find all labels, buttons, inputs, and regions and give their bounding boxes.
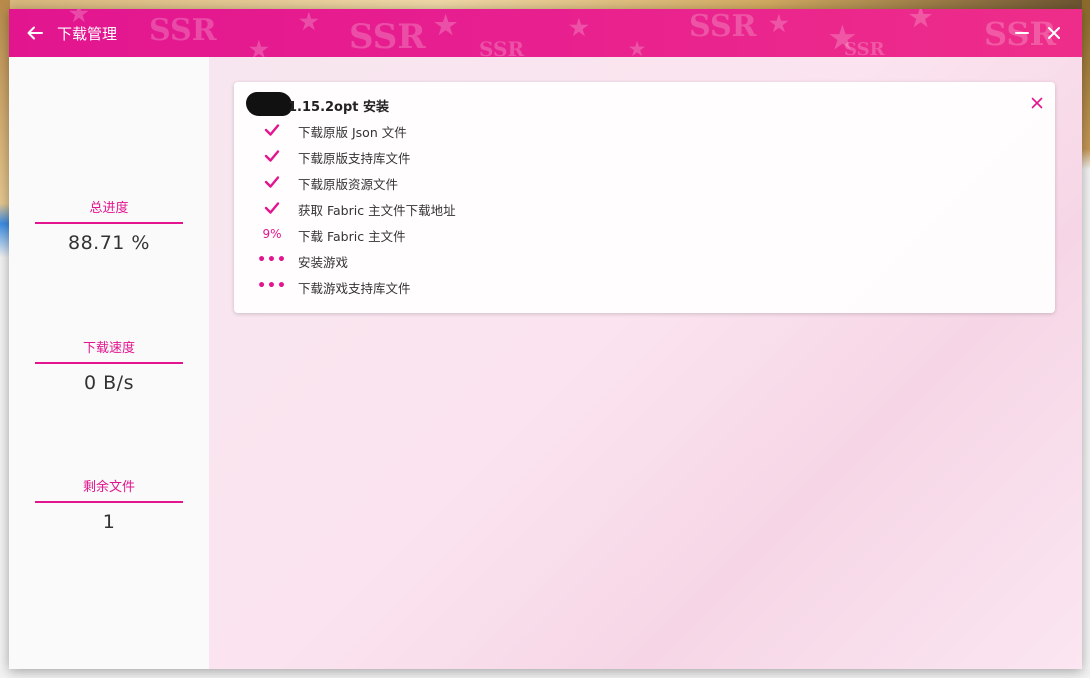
watermark-mark: SSR bbox=[689, 9, 757, 44]
task-step: ••• 下载游戏支持库文件 bbox=[256, 276, 956, 296]
task-step: 下载原版资源文件 bbox=[256, 172, 956, 192]
check-icon bbox=[256, 120, 288, 140]
desktop-background-right bbox=[1082, 0, 1090, 678]
watermark-mark: SSR bbox=[149, 13, 217, 48]
task-step: ••• 安装游戏 bbox=[256, 250, 956, 270]
watermark-mark: SSR bbox=[844, 39, 885, 57]
task-step: 9% 下载 Fabric 主文件 bbox=[256, 224, 956, 244]
ellipsis-icon: ••• bbox=[257, 278, 287, 294]
step-progress-text: 9% bbox=[262, 227, 282, 241]
task-step: 获取 Fabric 主文件下载地址 bbox=[256, 198, 956, 218]
check-icon bbox=[256, 172, 288, 192]
close-button[interactable] bbox=[1042, 21, 1066, 45]
stat-total-progress: 总进度 88.71 % bbox=[35, 197, 183, 254]
back-button[interactable] bbox=[23, 21, 47, 45]
step-label: 下载游戏支持库文件 bbox=[298, 281, 411, 296]
title-bar[interactable]: SSR ★ SSR ★ SSR ★ SSR ★ ★ SSR ★ SSR ★ ★ ★ 下载管理 bbox=[9, 9, 1082, 57]
arrow-left-icon bbox=[27, 26, 43, 40]
step-label: 下载 Fabric 主文件 bbox=[298, 229, 406, 244]
watermark-mark: ★ bbox=[299, 9, 319, 35]
desktop-background-bottom bbox=[0, 669, 1090, 678]
watermark-mark: ★ bbox=[249, 37, 269, 57]
task-step: 下载原版支持库文件 bbox=[256, 146, 956, 166]
stat-download-speed: 下载速度 0 B/s bbox=[35, 337, 183, 394]
minimize-button[interactable] bbox=[1010, 21, 1034, 45]
watermark-mark: ★ bbox=[629, 39, 646, 57]
task-list-area: 1.15.2opt 安装 下载原版 Json 文件 下载原版支持库文件 下载原版… bbox=[209, 57, 1082, 669]
stat-remaining-files: 剩余文件 1 bbox=[35, 476, 183, 533]
watermark-mark: SSR bbox=[479, 37, 525, 57]
stat-label: 总进度 bbox=[35, 197, 183, 224]
task-card: 1.15.2opt 安装 下载原版 Json 文件 下载原版支持库文件 下载原版… bbox=[234, 82, 1055, 313]
watermark-mark: ★ bbox=[434, 11, 458, 41]
watermark-mark: ★ bbox=[769, 11, 789, 37]
step-label: 获取 Fabric 主文件下载地址 bbox=[298, 203, 456, 218]
download-manager-window: SSR ★ SSR ★ SSR ★ SSR ★ ★ SSR ★ SSR ★ ★ ★ 下载管理 总进度 88.… bbox=[9, 9, 1082, 669]
check-icon bbox=[256, 146, 288, 166]
watermark-mark: ★ bbox=[909, 9, 933, 33]
watermark-mark: ★ bbox=[829, 21, 856, 56]
task-step: 下载原版 Json 文件 bbox=[256, 120, 956, 140]
watermark-mark: ★ bbox=[569, 15, 589, 41]
ellipsis-icon: ••• bbox=[257, 252, 287, 268]
cancel-task-button[interactable] bbox=[1028, 94, 1046, 112]
stats-sidebar: 总进度 88.71 % 下载速度 0 B/s 剩余文件 1 bbox=[9, 57, 209, 669]
stat-label: 下载速度 bbox=[35, 337, 183, 364]
step-label: 下载原版支持库文件 bbox=[298, 151, 411, 166]
step-label: 安装游戏 bbox=[298, 255, 349, 270]
stat-label: 剩余文件 bbox=[35, 476, 183, 503]
close-icon bbox=[1031, 97, 1043, 109]
check-icon bbox=[256, 198, 288, 218]
step-label: 下载原版资源文件 bbox=[298, 177, 399, 192]
redaction-mark bbox=[246, 92, 292, 116]
task-title: 1.15.2opt 安装 bbox=[288, 100, 390, 115]
step-label: 下载原版 Json 文件 bbox=[298, 125, 407, 140]
watermark-mark: SSR bbox=[349, 17, 426, 57]
stat-value: 1 bbox=[102, 511, 116, 533]
window-title: 下载管理 bbox=[57, 25, 118, 43]
stat-value: 0 B/s bbox=[84, 372, 134, 394]
close-icon bbox=[1048, 27, 1060, 39]
minimize-icon bbox=[1015, 32, 1029, 34]
stat-value: 88.71 % bbox=[68, 232, 150, 254]
title-bar-watermark: SSR ★ SSR ★ SSR ★ SSR ★ ★ SSR ★ SSR ★ ★ ★ bbox=[9, 9, 1082, 57]
